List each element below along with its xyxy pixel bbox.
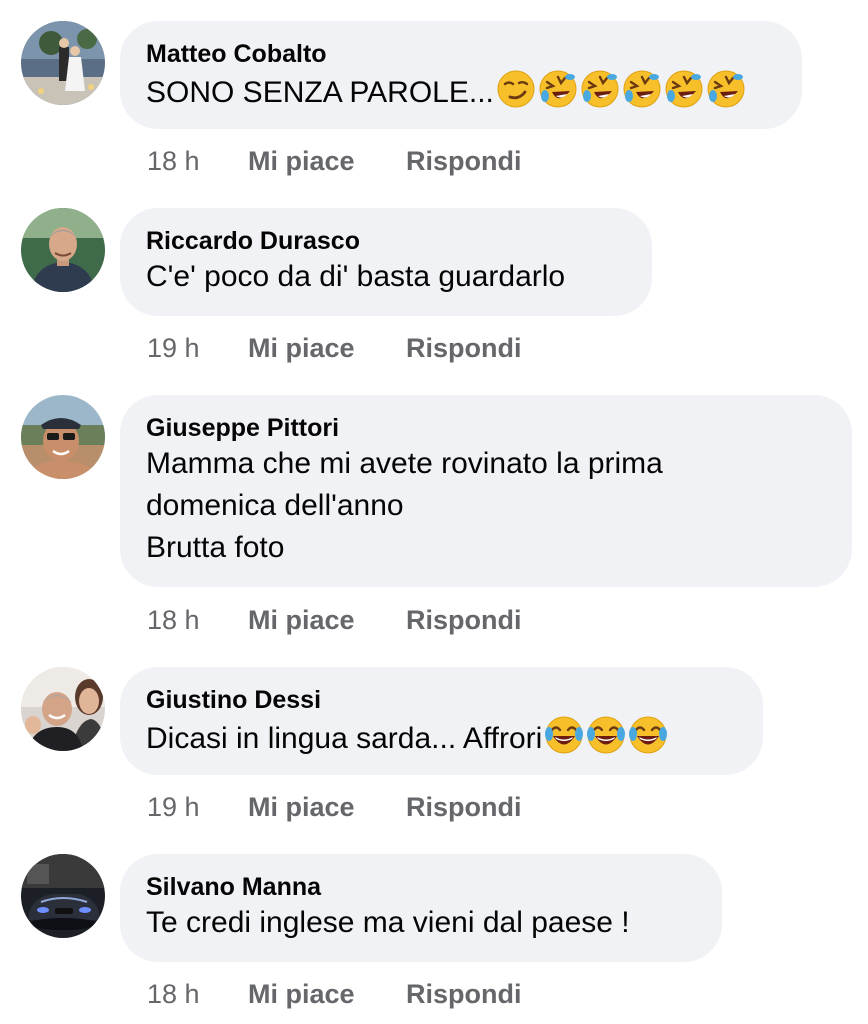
emoji-group [496, 69, 748, 109]
comment-author[interactable]: Matteo Cobalto [146, 39, 776, 69]
rofl-emoji-icon [622, 69, 662, 109]
like-button[interactable]: Mi piace [248, 791, 406, 823]
comment-text: Te credi inglese ma vieni dal paese ! [146, 906, 630, 939]
like-button[interactable]: Mi piace [248, 145, 406, 177]
comment-actions: 19 h Mi piace Rispondi [147, 791, 522, 823]
avatar[interactable] [21, 667, 105, 751]
emoji-group [544, 715, 670, 755]
rofl-emoji-icon [706, 69, 746, 109]
like-button[interactable]: Mi piace [248, 332, 406, 364]
comment-text: Dicasi in lingua sarda... Affrori [146, 715, 737, 760]
reply-button[interactable]: Rispondi [406, 978, 522, 1010]
comment-line: Mamma che mi avete rovinato la prima [146, 447, 663, 480]
rofl-emoji-icon [538, 69, 578, 109]
comment-line: SONO SENZA PAROLE... [146, 76, 494, 109]
avatar[interactable] [21, 208, 105, 292]
avatar[interactable] [21, 21, 105, 105]
comment-line: Dicasi in lingua sarda... Affrori [146, 722, 543, 755]
comment-actions: 18 h Mi piace Rispondi [147, 604, 522, 636]
avatar[interactable] [21, 395, 105, 479]
rofl-emoji-icon [580, 69, 620, 109]
comment-actions: 18 h Mi piace Rispondi [147, 145, 522, 177]
smirk-emoji-icon [496, 69, 536, 109]
comment-bubble: Matteo Cobalto SONO SENZA PAROLE... [120, 21, 802, 129]
comment-author[interactable]: Silvano Manna [146, 872, 696, 902]
comment-timestamp[interactable]: 18 h [147, 604, 248, 636]
joy-emoji-icon [586, 715, 626, 755]
comment-line: domenica dell'anno [146, 489, 404, 522]
rofl-emoji-icon [664, 69, 704, 109]
like-button[interactable]: Mi piace [248, 604, 406, 636]
reply-button[interactable]: Rispondi [406, 332, 522, 364]
comment-bubble: Riccardo Durasco C'e' poco da di' basta … [120, 208, 652, 316]
comment-text: SONO SENZA PAROLE... [146, 69, 776, 114]
comment-timestamp[interactable]: 19 h [147, 332, 248, 364]
comment-actions: 19 h Mi piace Rispondi [147, 332, 522, 364]
comment-line: Brutta foto [146, 531, 285, 564]
comment-author[interactable]: Giustino Dessi [146, 685, 737, 715]
comment-timestamp[interactable]: 18 h [147, 978, 248, 1010]
reply-button[interactable]: Rispondi [406, 145, 522, 177]
comment-bubble: Giustino Dessi Dicasi in lingua sarda...… [120, 667, 763, 775]
reply-button[interactable]: Rispondi [406, 791, 522, 823]
joy-emoji-icon [628, 715, 668, 755]
comment-author[interactable]: Giuseppe Pittori [146, 413, 826, 443]
comment-timestamp[interactable]: 18 h [147, 145, 248, 177]
comment-bubble: Silvano Manna Te credi inglese ma vieni … [120, 854, 722, 962]
comment-author[interactable]: Riccardo Durasco [146, 226, 626, 256]
reply-button[interactable]: Rispondi [406, 604, 522, 636]
comment-text: C'e' poco da di' basta guardarlo [146, 260, 566, 293]
like-button[interactable]: Mi piace [248, 978, 406, 1010]
comment-actions: 18 h Mi piace Rispondi [147, 978, 522, 1010]
comment-bubble: Giuseppe Pittori Mamma che mi avete rovi… [120, 395, 852, 587]
joy-emoji-icon [544, 715, 584, 755]
avatar[interactable] [21, 854, 105, 938]
comment-timestamp[interactable]: 19 h [147, 791, 248, 823]
